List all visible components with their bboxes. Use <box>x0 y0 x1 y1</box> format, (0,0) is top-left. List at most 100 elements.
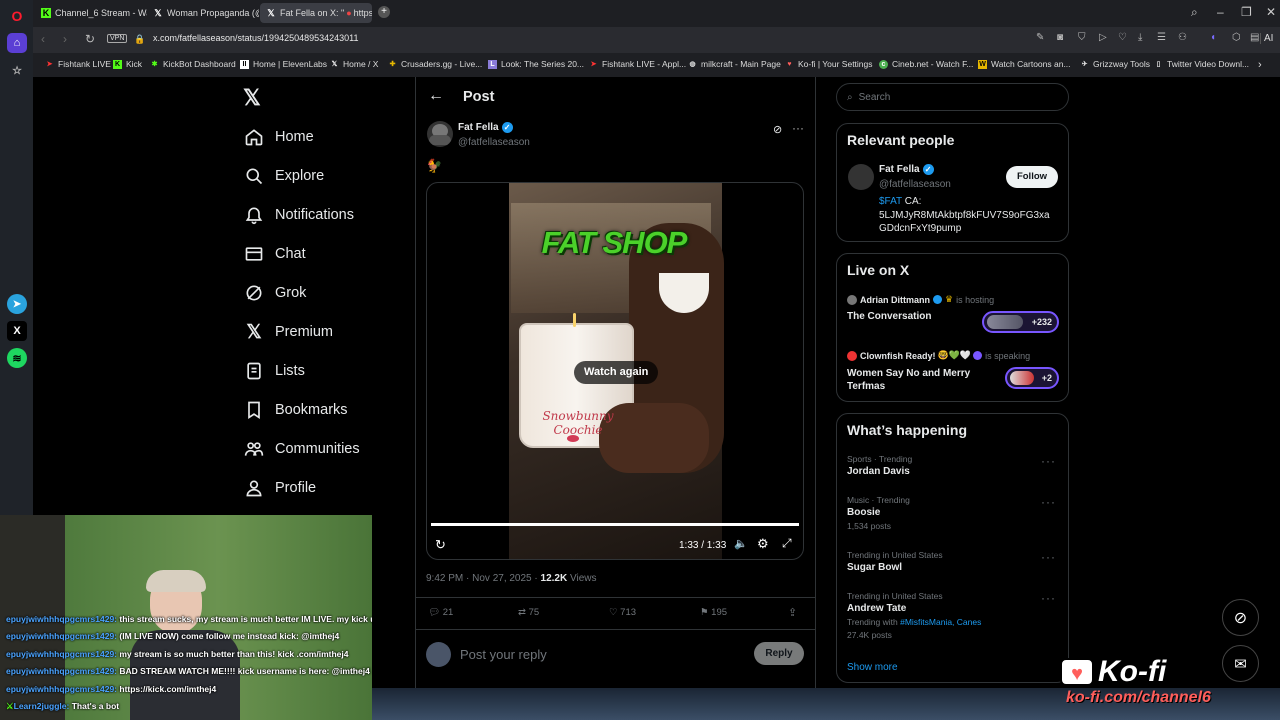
vpn-badge[interactable]: VPN <box>107 34 128 43</box>
live-host-row[interactable]: Clownfish Ready! 🤓💚🤍 is speaking <box>847 350 1030 361</box>
maximize-icon[interactable]: ❐ <box>1241 5 1252 19</box>
tab-fat-fella[interactable]: 𝕏 Fat Fella on X: " ● https:/ <box>260 3 372 23</box>
ai-button[interactable]: AI <box>1260 33 1273 44</box>
reply-button[interactable]: Reply <box>754 642 804 665</box>
trend-item[interactable]: Trending in United States Sugar Bowl <box>847 550 1057 573</box>
bookmark-item[interactable]: ➤ Fishtank LIVE - Appl... <box>589 59 687 69</box>
forward-icon[interactable]: › <box>63 32 67 46</box>
search-box[interactable]: ⌕ Search <box>836 83 1069 111</box>
nav-bookmarks[interactable]: Bookmarks <box>243 399 348 421</box>
video-player[interactable]: FAT SHOP Snowbunny Coochie Watch again ↻… <box>426 182 804 560</box>
replay-icon[interactable]: ↻ <box>435 537 446 553</box>
tab-woman-propaganda[interactable]: 𝕏 Woman Propaganda (@A <box>147 3 259 23</box>
share-icon[interactable]: ⇪ <box>788 606 797 619</box>
listener-pill[interactable]: +2 <box>1005 367 1059 389</box>
tab-kick[interactable]: K Channel_6 Stream - Watch <box>35 3 147 23</box>
person-handle[interactable]: @fatfellaseason <box>879 179 951 190</box>
nav-notifications[interactable]: Notifications <box>243 204 354 226</box>
space-title[interactable]: The Conversation <box>847 311 931 322</box>
show-more-link[interactable]: Show more <box>847 662 898 673</box>
trend-tags[interactable]: #MisfitsMania, Canes <box>900 617 981 627</box>
bookmark-item[interactable]: ◍ milkcraft - Main Page <box>688 59 780 69</box>
bookmark-item[interactable]: ✈ Grizzway Tools <box>1080 59 1150 69</box>
grok-icon[interactable]: ⊘ <box>773 123 782 136</box>
repost-action[interactable]: ⇄ 75 <box>518 607 539 618</box>
back-arrow-icon[interactable]: ← <box>428 87 444 105</box>
bookmark-item[interactable]: c Cineb.net - Watch F... <box>879 59 973 69</box>
nav-chat[interactable]: Chat <box>243 243 306 265</box>
minimize-icon[interactable]: – <box>1217 5 1224 19</box>
wallet-icon[interactable]: ▤ <box>1250 32 1259 43</box>
bookmarks-overflow-icon[interactable]: › <box>1258 59 1262 71</box>
fullscreen-icon[interactable]: ⤢ <box>782 536 792 551</box>
bookmark-item[interactable]: ♥ Ko-fi | Your Settings <box>785 59 872 69</box>
reload-icon[interactable]: ↻ <box>85 32 95 46</box>
nav-lists[interactable]: Lists <box>243 360 305 382</box>
avatar[interactable] <box>427 121 453 147</box>
messages-float-icon[interactable]: ✉ <box>1222 645 1259 682</box>
watch-again-button[interactable]: Watch again <box>574 361 659 384</box>
live-host-row[interactable]: Adrian Dittmann ♛ is hosting <box>847 294 994 305</box>
nav-premium[interactable]: 𝕏 Premium <box>243 321 333 343</box>
settings-icon[interactable]: ⚙ <box>757 536 769 552</box>
camera-icon[interactable]: ◙ <box>1057 32 1063 43</box>
volume-icon[interactable]: 🔈 <box>734 537 748 550</box>
download-icon[interactable]: ⤓ <box>1138 32 1142 43</box>
more-icon[interactable]: ··· <box>1041 591 1056 605</box>
reply-action[interactable]: 💬︎ 21 <box>428 607 453 618</box>
x-logo-icon[interactable]: 𝕏 <box>243 85 261 111</box>
menu-icon[interactable]: ☰ <box>1157 32 1166 43</box>
bookmark-item[interactable]: ➤ Fishtank LIVE <box>45 59 111 69</box>
bookmark-item[interactable]: II Home | ElevenLabs <box>240 59 327 69</box>
back-icon[interactable]: ‹ <box>41 32 45 46</box>
home-icon[interactable]: ⌂ <box>7 33 27 53</box>
spotify-icon[interactable]: ≋ <box>7 348 27 368</box>
bookmark-item[interactable]: L Look: The Series 20... <box>488 59 584 69</box>
close-window-icon[interactable]: ✕ <box>1266 5 1276 19</box>
follow-button[interactable]: Follow <box>1006 166 1058 188</box>
trend-item[interactable]: Sports · Trending Jordan Davis <box>847 454 1057 477</box>
bookmark-item[interactable]: ✱ KickBot Dashboard <box>150 59 236 69</box>
avatar[interactable] <box>848 164 874 190</box>
grok-float-icon[interactable]: ⊘ <box>1222 599 1259 636</box>
search-tabs-icon[interactable]: ⌕ <box>1191 5 1198 20</box>
nav-profile[interactable]: Profile <box>243 477 316 499</box>
reply-input[interactable]: Post your reply <box>460 647 547 662</box>
search-input[interactable]: Search <box>859 92 891 103</box>
url-field[interactable]: x.com/fatfellaseason/status/199425048953… <box>153 33 359 43</box>
trend-item[interactable]: Music · Trending Boosie 1,534 posts <box>847 495 1057 531</box>
lock-icon[interactable]: 🔒 <box>134 34 145 45</box>
telegram-icon[interactable]: ➤ <box>7 294 27 314</box>
nav-grok[interactable]: Grok <box>243 282 306 304</box>
author-name-row[interactable]: Fat Fella ✓ <box>458 122 513 133</box>
space-title[interactable]: Women Say No and Merry Terfmas <box>847 367 970 393</box>
bookmark-action[interactable]: ⚑ 195 <box>700 607 727 618</box>
nav-home[interactable]: Home <box>243 126 314 148</box>
progress-track[interactable] <box>431 523 799 526</box>
cashtag-link[interactable]: $FAT <box>879 196 902 207</box>
more-icon[interactable]: ··· <box>1041 550 1056 564</box>
cube-icon[interactable]: ⬡ <box>1232 32 1241 43</box>
nav-communities[interactable]: Communities <box>243 438 360 460</box>
play-icon[interactable]: ▷ <box>1099 32 1107 43</box>
shield-icon[interactable]: ⛉ <box>1078 32 1086 43</box>
opera-logo-icon[interactable]: O <box>7 6 27 26</box>
author-handle[interactable]: @fatfellaseason <box>458 137 530 148</box>
nav-explore[interactable]: Explore <box>243 165 324 187</box>
listener-pill[interactable]: +232 <box>982 311 1059 333</box>
bookmark-item[interactable]: W Watch Cartoons an... <box>978 59 1071 69</box>
bookmark-item[interactable]: ▯ Twitter Video Downl... <box>1154 59 1249 69</box>
bookmark-item[interactable]: 𝕏 Home / X <box>330 59 379 69</box>
edit-icon[interactable]: ✎ <box>1036 32 1044 43</box>
like-action[interactable]: ♡ 713 <box>609 607 636 618</box>
bookmark-item[interactable]: ✚ Crusaders.gg - Live... <box>388 59 483 69</box>
new-tab-icon[interactable]: + <box>378 6 390 18</box>
music-icon[interactable]: ◖ <box>1210 32 1216 43</box>
user-avatar[interactable] <box>426 642 451 667</box>
more-icon[interactable]: ··· <box>1041 454 1056 468</box>
profile-icon[interactable]: ⚇ <box>1178 32 1187 43</box>
star-icon[interactable]: ☆ <box>7 60 27 80</box>
person-name-row[interactable]: Fat Fella ✓ <box>879 164 934 175</box>
timestamp[interactable]: 9:42 PM · Nov 27, 2025 · <box>426 573 538 584</box>
heart-icon[interactable]: ♡ <box>1118 32 1127 43</box>
